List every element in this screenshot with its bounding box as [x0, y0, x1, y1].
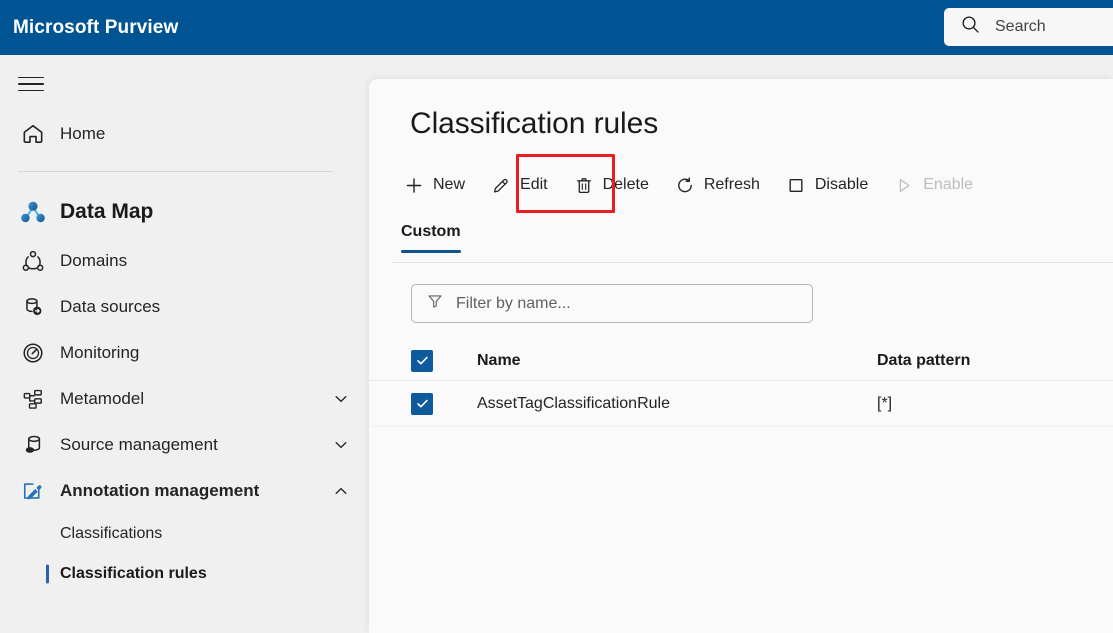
chevron-down-icon[interactable] [331, 389, 351, 409]
main-content-panel: Classification rules New Edit [369, 79, 1113, 633]
sidebar-item-data-sources[interactable]: Data sources [0, 284, 369, 330]
enable-button-label: Enable [923, 176, 973, 194]
sidebar-item-label: Data sources [60, 297, 160, 317]
sidebar-item-label: Monitoring [60, 343, 139, 363]
domains-icon [18, 246, 48, 276]
chevron-up-icon[interactable] [331, 481, 351, 501]
column-header-name[interactable]: Name [477, 352, 877, 370]
refresh-icon [675, 175, 695, 195]
data-sources-icon [18, 292, 48, 322]
cell-data-pattern: [*] [877, 395, 892, 413]
sidebar-item-label: Domains [60, 251, 127, 271]
table-header-row: Name Data pattern [369, 341, 1113, 381]
refresh-button[interactable]: Refresh [662, 165, 773, 205]
new-button[interactable]: New [391, 165, 478, 205]
monitoring-icon [18, 338, 48, 368]
sidebar-divider [18, 171, 333, 172]
search-input-placeholder: Search [995, 18, 1046, 36]
row-checkbox[interactable] [411, 393, 433, 415]
delete-button[interactable]: Delete [561, 165, 662, 205]
search-icon [960, 14, 981, 40]
sidebar-item-home[interactable]: Home [0, 111, 369, 157]
home-icon [18, 119, 48, 149]
column-header-data-pattern[interactable]: Data pattern [877, 352, 970, 370]
filter-icon [426, 292, 444, 315]
trash-icon [574, 175, 594, 195]
filter-input-placeholder: Filter by name... [456, 295, 571, 313]
enable-button: Enable [881, 165, 986, 205]
sidebar-item-source-management[interactable]: Source management [0, 422, 369, 468]
disable-button-label: Disable [815, 176, 868, 194]
app-header: Microsoft Purview Search [0, 0, 1113, 55]
app-brand-title: Microsoft Purview [13, 17, 178, 39]
sidebar-section-label: Data Map [60, 200, 153, 224]
sidebar-item-domains[interactable]: Domains [0, 238, 369, 284]
sidebar-item-label: Source management [60, 435, 218, 455]
table-row[interactable]: AssetTagClassificationRule [*] [369, 381, 1113, 427]
left-navigation-sidebar: Home Data Map [0, 55, 369, 633]
command-toolbar: New Edit Delete [391, 161, 1113, 209]
disable-button[interactable]: Disable [773, 165, 881, 205]
sidebar-item-classifications[interactable]: Classifications [0, 514, 369, 554]
delete-button-label: Delete [603, 176, 649, 194]
sidebar-item-annotation-management[interactable]: Annotation management [0, 468, 369, 514]
sidebar-item-label: Metamodel [60, 389, 144, 409]
sidebar-subitem-label: Classification rules [60, 565, 207, 583]
classification-rules-table: Name Data pattern AssetTagClassification… [369, 341, 1113, 427]
sidebar-item-metamodel[interactable]: Metamodel [0, 376, 369, 422]
metamodel-icon [18, 384, 48, 414]
edit-button-label: Edit [520, 176, 548, 194]
sidebar-item-classification-rules[interactable]: Classification rules [0, 554, 369, 594]
tab-strip: Custom [369, 219, 1113, 263]
tab-custom[interactable]: Custom [401, 223, 461, 253]
source-management-icon [18, 430, 48, 460]
pencil-icon [491, 175, 511, 195]
global-search-box[interactable]: Search [944, 8, 1113, 46]
select-all-checkbox[interactable] [411, 350, 433, 372]
plus-icon [404, 175, 424, 195]
cell-rule-name[interactable]: AssetTagClassificationRule [477, 395, 877, 413]
square-icon [786, 175, 806, 195]
sidebar-subitem-label: Classifications [60, 525, 162, 543]
hamburger-menu-icon[interactable] [18, 69, 48, 99]
new-button-label: New [433, 176, 465, 194]
refresh-button-label: Refresh [704, 176, 760, 194]
play-icon [894, 175, 914, 195]
annotation-management-icon [18, 476, 48, 506]
sidebar-section-data-map[interactable]: Data Map [0, 186, 369, 238]
chevron-down-icon[interactable] [331, 435, 351, 455]
filter-by-name-input[interactable]: Filter by name... [411, 284, 813, 323]
sidebar-item-monitoring[interactable]: Monitoring [0, 330, 369, 376]
page-title: Classification rules [410, 107, 1113, 141]
tab-label: Custom [401, 223, 461, 240]
sidebar-item-label: Home [60, 124, 105, 144]
edit-button[interactable]: Edit [478, 165, 561, 205]
data-map-icon [18, 197, 48, 227]
sidebar-item-label: Annotation management [60, 481, 259, 501]
